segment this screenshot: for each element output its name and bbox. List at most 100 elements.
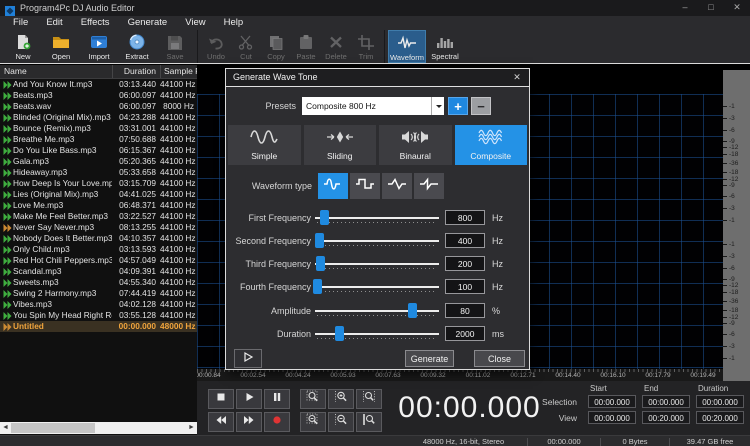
- playlist-row[interactable]: Hideaway.mp3 05:33.658 44100 Hz: [0, 167, 197, 178]
- scroll-right-icon[interactable]: ►: [186, 422, 197, 434]
- playlist-row[interactable]: Bounce (Remix).mp3 03:31.001 44100 Hz: [0, 123, 197, 134]
- waveform-type-square-button[interactable]: [350, 173, 380, 199]
- playlist-row[interactable]: Scandal.mp3 04:09.391 44100 Hz: [0, 266, 197, 277]
- waveform-type-triangle-button[interactable]: [382, 173, 412, 199]
- playlist-row[interactable]: Never Say Never.mp3 08:13.255 44100 Hz: [0, 222, 197, 233]
- zoom-in-button[interactable]: [328, 389, 354, 409]
- playlist-row[interactable]: Vibes.mp3 04:02.128 44100 Hz: [0, 299, 197, 310]
- third-frequency-value-field[interactable]: 200: [445, 256, 485, 271]
- menu-help[interactable]: Help: [215, 16, 253, 30]
- rewind-button[interactable]: [208, 412, 234, 432]
- column-header-sample-rate[interactable]: Sample Rate: [160, 65, 197, 78]
- toolbar-new-button[interactable]: New: [4, 30, 42, 63]
- second-frequency-value-field[interactable]: 400: [445, 233, 485, 248]
- add-preset-button[interactable]: +: [448, 97, 468, 115]
- playlist-row[interactable]: Blinded (Original Mix).mp3 04:23.288 441…: [0, 112, 197, 123]
- column-header-name[interactable]: Name: [0, 65, 112, 78]
- zoom-out-selection-button[interactable]: [356, 389, 382, 409]
- tab-composite[interactable]: Composite: [455, 125, 528, 165]
- dialog-close-icon[interactable]: ✕: [509, 69, 525, 85]
- preview-play-button[interactable]: [234, 349, 262, 368]
- playlist-row[interactable]: Breathe Me.mp3 07:50.688 44100 Hz: [0, 134, 197, 145]
- fast-forward-button[interactable]: [236, 412, 262, 432]
- duration-slider-handle[interactable]: [335, 326, 344, 341]
- tab-binaural[interactable]: Binaural: [379, 125, 452, 165]
- db-tick: [723, 317, 727, 318]
- close-dialog-button[interactable]: Close: [474, 350, 525, 367]
- view-end-field[interactable]: 00:20.000: [642, 411, 690, 424]
- stop-button[interactable]: [208, 389, 234, 409]
- remove-preset-button[interactable]: −: [471, 97, 491, 115]
- toolbar-extract-button[interactable]: Extract: [118, 30, 156, 63]
- close-button[interactable]: ✕: [724, 0, 750, 16]
- second-frequency-slider[interactable]: [315, 230, 439, 252]
- playlist-row[interactable]: How Deep Is Your Love.mp3 03:15.709 4410…: [0, 178, 197, 189]
- play-button[interactable]: [236, 389, 262, 409]
- zoom-vertical-button[interactable]: [356, 412, 382, 432]
- preset-select[interactable]: Composite 800 Hz: [302, 97, 444, 115]
- playlist-row[interactable]: Beats.mp3 06:00.097 44100 Hz: [0, 90, 197, 101]
- playlist-row[interactable]: Untitled 00:00.000 48000 Hz: [0, 321, 197, 332]
- playlist-row[interactable]: Love Me.mp3 06:48.371 44100 Hz: [0, 200, 197, 211]
- playlist-row[interactable]: Beats.wav 06:00.097 8000 Hz: [0, 101, 197, 112]
- generate-button[interactable]: Generate: [405, 350, 454, 367]
- playlist-row[interactable]: Swing 2 Harmony.mp3 07:44.419 44100 Hz: [0, 288, 197, 299]
- maximize-button[interactable]: □: [698, 0, 724, 16]
- selection-start-field[interactable]: 00:00.000: [588, 395, 636, 408]
- zoom-selection-button[interactable]: [300, 389, 326, 409]
- scrollbar-thumb[interactable]: [11, 423, 95, 433]
- playlist-row[interactable]: Sweets.mp3 04:55.340 44100 Hz: [0, 277, 197, 288]
- record-button[interactable]: [264, 412, 290, 432]
- first-frequency-value-field[interactable]: 800: [445, 210, 485, 225]
- pause-button[interactable]: [264, 389, 290, 409]
- fourth-frequency-slider[interactable]: [315, 276, 439, 298]
- amplitude-value-field[interactable]: 80: [445, 303, 485, 318]
- toolbar-waveform-button[interactable]: Waveform: [388, 30, 426, 63]
- playlist-row[interactable]: Do You Like Bass.mp3 06:15.367 44100 Hz: [0, 145, 197, 156]
- playlist-row[interactable]: Nobody Does It Better.mp3 04:10.357 4410…: [0, 233, 197, 244]
- toolbar-spectral-button[interactable]: Spectral: [426, 30, 464, 63]
- waveform-type-sawtooth-button[interactable]: [414, 173, 444, 199]
- duration-slider[interactable]: [315, 323, 439, 345]
- selection-duration-field[interactable]: 00:00.000: [696, 395, 744, 408]
- menu-edit[interactable]: Edit: [37, 16, 71, 30]
- fourth-frequency-slider-handle[interactable]: [313, 279, 322, 294]
- playlist-row[interactable]: Lies (Original Mix).mp3 04:41.025 44100 …: [0, 189, 197, 200]
- scroll-left-icon[interactable]: ◄: [0, 422, 11, 434]
- view-duration-field[interactable]: 00:20.000: [696, 411, 744, 424]
- amplitude-slider-handle[interactable]: [408, 303, 417, 318]
- duration-value-field[interactable]: 2000: [445, 326, 485, 341]
- playlist-row[interactable]: And You Know It.mp3 03:13.440 44100 Hz: [0, 79, 197, 90]
- playlist-row[interactable]: Only Child.mp3 03:13.593 44100 Hz: [0, 244, 197, 255]
- time-ruler[interactable]: 00:00.8400:02.5400:04.2400:05.9300:07.63…: [197, 369, 723, 381]
- menu-view[interactable]: View: [176, 16, 214, 30]
- toolbar-import-button[interactable]: Import: [80, 30, 118, 63]
- tab-sliding[interactable]: Sliding: [304, 125, 377, 165]
- first-frequency-slider-handle[interactable]: [320, 210, 329, 225]
- amplitude-slider[interactable]: [315, 300, 439, 322]
- dropdown-arrow-icon[interactable]: [431, 97, 444, 115]
- menu-file[interactable]: File: [4, 16, 37, 30]
- playlist-row[interactable]: Red Hot Chili Peppers.mp3 04:57.049 4410…: [0, 255, 197, 266]
- view-start-field[interactable]: 00:00.000: [588, 411, 636, 424]
- first-frequency-slider[interactable]: [315, 207, 439, 229]
- third-frequency-slider[interactable]: [315, 253, 439, 275]
- minimize-button[interactable]: –: [672, 0, 698, 16]
- sliding-wave-icon: [325, 128, 355, 151]
- zoom-out-button[interactable]: [328, 412, 354, 432]
- toolbar-open-button[interactable]: Open: [42, 30, 80, 63]
- playlist-row[interactable]: Gala.mp3 05:20.365 44100 Hz: [0, 156, 197, 167]
- selection-end-field[interactable]: 00:00.000: [642, 395, 690, 408]
- zoom-horizontal-button[interactable]: [300, 412, 326, 432]
- fourth-frequency-value-field[interactable]: 100: [445, 279, 485, 294]
- waveform-type-sine-button[interactable]: [318, 173, 348, 199]
- third-frequency-slider-handle[interactable]: [316, 256, 325, 271]
- menu-effects[interactable]: Effects: [72, 16, 119, 30]
- second-frequency-slider-handle[interactable]: [315, 233, 324, 248]
- playlist-horizontal-scrollbar[interactable]: ◄ ►: [0, 422, 197, 434]
- playlist-row[interactable]: You Spin My Head Right Round... 03:55.12…: [0, 310, 197, 321]
- menu-generate[interactable]: Generate: [119, 16, 177, 30]
- tab-simple[interactable]: Simple: [228, 125, 301, 165]
- playlist-row[interactable]: Make Me Feel Better.mp3 03:22.527 44100 …: [0, 211, 197, 222]
- column-header-duration[interactable]: Duration: [112, 65, 160, 78]
